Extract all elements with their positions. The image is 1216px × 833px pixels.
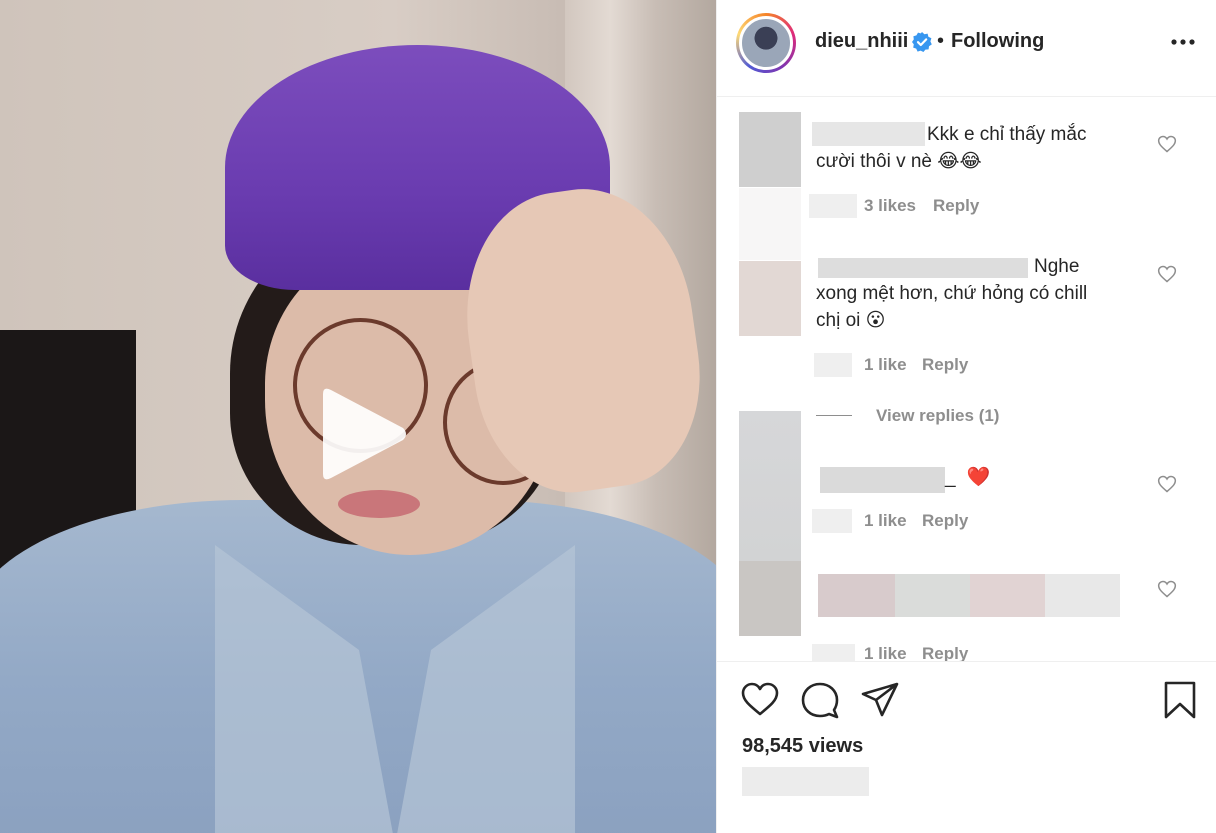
story-ring[interactable] xyxy=(736,13,796,73)
commenter-avatar[interactable] xyxy=(739,411,801,561)
commenter-name-redacted[interactable] xyxy=(812,122,925,146)
comment-text-segment: cười thôi v nè xyxy=(816,151,933,172)
view-replies-button[interactable]: View replies (1) xyxy=(876,406,999,426)
redacted-block xyxy=(970,574,1045,617)
commenter-name-redacted[interactable] xyxy=(818,258,1028,278)
redacted-block xyxy=(814,353,852,377)
commenter-avatar[interactable] xyxy=(739,261,801,336)
comment-reply-button[interactable]: Reply xyxy=(922,355,968,375)
video-lips xyxy=(338,490,420,518)
comment-likes[interactable]: 1 like xyxy=(864,355,907,375)
post-header: dieu_nhiii • Following xyxy=(717,0,1216,97)
heart-icon[interactable] xyxy=(740,680,780,720)
post-actions-bar: 98,545 views xyxy=(717,661,1216,833)
comment-likes[interactable]: 1 like xyxy=(864,644,907,661)
comment-text: Kkk e chỉ thấy mắc xyxy=(927,124,1087,145)
verified-badge-icon xyxy=(912,32,932,52)
redacted-block xyxy=(1045,574,1120,617)
comment-text: _ ❤️ xyxy=(945,464,991,491)
redacted-block xyxy=(895,574,970,617)
comment-text-segment: _ xyxy=(945,467,956,488)
comment-text-line3: chị oi 😮 xyxy=(816,307,885,334)
avatar-spacer xyxy=(739,188,801,260)
comment-like-heart-icon[interactable] xyxy=(1157,579,1177,599)
comment-emojis: ❤️ xyxy=(966,467,991,488)
post-side-panel: dieu_nhiii • Following Kkk e chỉ thấy mắ… xyxy=(716,0,1216,833)
comment-icon[interactable] xyxy=(800,680,840,720)
comment-likes[interactable]: 3 likes xyxy=(864,196,916,216)
commenter-avatar[interactable] xyxy=(739,561,801,636)
view-replies-line xyxy=(816,415,852,416)
comments-list[interactable]: Kkk e chỉ thấy mắc cười thôi v nè 😂😂 3 l… xyxy=(717,98,1216,661)
commenter-avatar[interactable] xyxy=(739,112,801,187)
comment-reply-button[interactable]: Reply xyxy=(933,196,979,216)
view-count[interactable]: 98,545 views xyxy=(742,735,863,758)
instagram-post: dieu_nhiii • Following Kkk e chỉ thấy mắ… xyxy=(0,0,1216,833)
play-icon[interactable] xyxy=(313,386,409,482)
bookmark-icon[interactable] xyxy=(1160,680,1200,720)
comment-emojis: 😂😂 xyxy=(937,151,982,172)
redacted-block xyxy=(812,509,852,533)
post-date-redacted xyxy=(742,767,869,796)
comment-text: Nghe xyxy=(1034,256,1080,277)
comment-text-segment: chị oi xyxy=(816,310,861,331)
comment-likes[interactable]: 1 like xyxy=(864,511,907,531)
following-button[interactable]: Following xyxy=(951,30,1044,53)
comment-text-line2: xong mệt hơn, chứ hỏng có chill xyxy=(816,283,1088,304)
header-separator: • xyxy=(937,30,945,52)
comment-like-heart-icon[interactable] xyxy=(1157,134,1177,154)
author-username[interactable]: dieu_nhiii xyxy=(815,30,908,53)
comment-emojis: 😮 xyxy=(865,310,886,331)
commenter-name-redacted[interactable] xyxy=(820,467,945,493)
redacted-block xyxy=(818,574,895,617)
redacted-block xyxy=(809,194,857,218)
post-video[interactable] xyxy=(0,0,716,833)
comment-like-heart-icon[interactable] xyxy=(1157,264,1177,284)
comment-like-heart-icon[interactable] xyxy=(1157,474,1177,494)
redacted-block xyxy=(812,644,855,661)
comment-reply-button[interactable]: Reply xyxy=(922,644,968,661)
comment-text-line2: cười thôi v nè 😂😂 xyxy=(816,148,982,175)
share-icon[interactable] xyxy=(860,680,900,720)
more-options-icon[interactable] xyxy=(1169,30,1197,54)
comment-reply-button[interactable]: Reply xyxy=(922,511,968,531)
avatar[interactable] xyxy=(739,16,793,70)
